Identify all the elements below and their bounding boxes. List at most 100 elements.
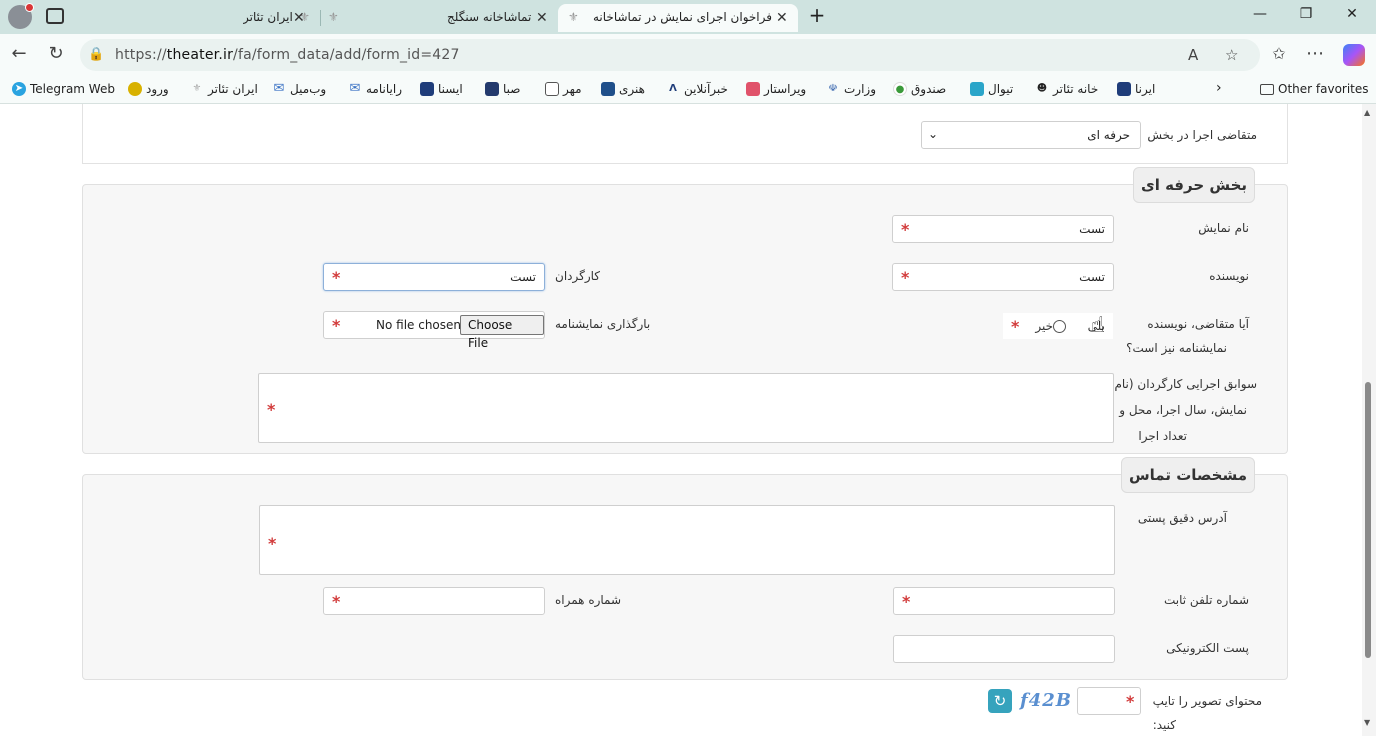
url-text: https://theater.ir/fa/form_data/add/form…	[115, 47, 460, 63]
bookmark-iran-theater[interactable]: ⚜ ایران تئاتر	[190, 82, 258, 96]
required-marker: *	[1126, 692, 1135, 711]
bookmarks-bar: ➤ Telegram Web ورود ⚜ ایران تئاتر ✉ وب‌میل …	[0, 76, 1376, 104]
tab-actions-icon[interactable]	[46, 8, 64, 24]
folder-icon	[1260, 83, 1274, 95]
choose-file-button[interactable]: Choose File	[460, 315, 544, 350]
sandogh-icon: ●	[893, 82, 907, 96]
upload-script-input[interactable]: Choose File No file chosen *	[323, 311, 545, 350]
back-button[interactable]: ←	[8, 44, 30, 64]
show-name-value: تست	[1079, 222, 1105, 236]
address-label: آدرس دقیق پستی	[1137, 511, 1227, 525]
login-icon	[128, 82, 142, 96]
bookmark-khabaronline[interactable]: Λ خبرآنلاین	[666, 82, 728, 96]
scrollbar-thumb[interactable]	[1365, 382, 1371, 658]
refresh-captcha-icon[interactable]: ↻	[988, 689, 1012, 713]
saba-icon	[485, 82, 499, 96]
new-tab-button[interactable]: +	[807, 3, 827, 27]
profile-avatar[interactable]	[8, 3, 34, 29]
director-history-textarea[interactable]: *	[258, 373, 1114, 443]
url-field[interactable]: 🔒 https://theater.ir/fa/form_data/add/fo…	[80, 39, 1260, 71]
bookmark-saba[interactable]: صبا	[485, 82, 520, 96]
bookmark-vezarat[interactable]: ☫ وزارت	[826, 82, 877, 96]
tab-sanglaj[interactable]: ⚜ تماشاخانه سنگلج ✕	[322, 4, 556, 32]
close-tab-icon[interactable]: ✕	[776, 10, 788, 26]
scroll-down-icon[interactable]: ▼	[1364, 718, 1370, 727]
professional-panel: بخش حرفه ای نام نمایش تست * نویسنده تست …	[82, 167, 1288, 454]
mail-icon: ✉	[273, 81, 285, 96]
profile-badge	[25, 3, 34, 12]
bookmarks-overflow-chevron-icon[interactable]: ›	[1216, 80, 1222, 96]
is-writer-question-line1: آیا متقاضی، نویسنده	[1147, 317, 1249, 331]
contact-panel: مشخصات تماس آدرس دقیق پستی * شماره تلفن …	[82, 457, 1288, 680]
emblem-icon: ☫	[828, 83, 838, 94]
tab-label: فراخوان اجرای نمایش در تماشاخانه	[592, 10, 772, 24]
tab-separator	[320, 10, 321, 26]
section-select-row: متقاضی اجرا در بخش حرفه ای ⌄	[82, 104, 1288, 164]
writer-input[interactable]: تست *	[892, 263, 1114, 291]
read-aloud-icon[interactable]: A	[1188, 46, 1198, 64]
close-tab-icon[interactable]: ✕	[293, 10, 305, 26]
bookmark-login[interactable]: ورود	[128, 82, 169, 96]
tab-bar: ⚜ ایران تئاتر ✕ ⚜ تماشاخانه سنگلج ✕ ⚜ فر…	[0, 0, 1376, 34]
mobile-input[interactable]: *	[323, 587, 545, 615]
director-label: کارگردان	[555, 269, 600, 283]
no-file-text: No file chosen	[376, 318, 462, 332]
required-marker: *	[332, 268, 341, 287]
required-marker: *	[332, 316, 341, 335]
close-tab-icon[interactable]: ✕	[536, 10, 548, 26]
page-scrollbar[interactable]: ▲ ▼	[1362, 104, 1376, 736]
director-history-label-line1: سوابق اجرایی کارگردان (نام	[1114, 377, 1257, 391]
bookmark-mehr[interactable]: مهر	[545, 82, 582, 96]
bookmark-irna[interactable]: ایرنا	[1117, 82, 1155, 96]
favorite-star-icon[interactable]: ☆	[1225, 46, 1238, 64]
professional-legend: بخش حرفه ای	[1133, 167, 1255, 203]
bookmark-rayanameh[interactable]: ✉ رایانامه	[348, 82, 402, 97]
address-textarea[interactable]: *	[259, 505, 1115, 575]
other-favorites[interactable]: Other favorites	[1260, 82, 1369, 96]
scroll-up-icon[interactable]: ▲	[1364, 108, 1370, 117]
bookmark-virastar[interactable]: ویراستار	[746, 82, 806, 96]
email-input[interactable]	[893, 635, 1115, 663]
more-options-icon[interactable]: ⋯	[1304, 44, 1326, 64]
tab-iran-theater[interactable]: ⚜ ایران تئاتر ✕	[78, 4, 318, 32]
writer-value: تست	[1079, 270, 1105, 284]
honari-icon	[601, 82, 615, 96]
copilot-icon[interactable]	[1343, 44, 1365, 66]
close-window-button[interactable]: ✕	[1342, 6, 1362, 22]
maximize-button[interactable]: ❐	[1296, 6, 1316, 22]
khabaronline-icon: Λ	[669, 83, 677, 94]
virastar-icon	[746, 82, 760, 96]
bookmark-tiwall[interactable]: تیوال	[970, 82, 1013, 96]
upload-script-label: بارگذاری نمایشنامه	[555, 317, 651, 331]
bookmark-isna[interactable]: ایسنا	[420, 82, 463, 96]
favorites-icon[interactable]: ✩	[1268, 44, 1290, 64]
lock-icon[interactable]: 🔒	[88, 47, 104, 62]
director-input[interactable]: تست *	[323, 263, 545, 291]
bookmark-telegram[interactable]: ➤ Telegram Web	[12, 82, 115, 96]
writer-label: نویسنده	[1209, 269, 1249, 283]
radio-no[interactable]	[1053, 320, 1066, 333]
masks-icon: ☻	[1036, 83, 1048, 94]
phone-input[interactable]: *	[893, 587, 1115, 615]
required-marker: *	[1011, 317, 1020, 336]
required-marker: *	[267, 400, 276, 419]
bookmark-khane-theater[interactable]: ☻ خانه تئاتر	[1035, 82, 1098, 96]
address-bar-row: ← ↻ 🔒 https://theater.ir/fa/form_data/ad…	[0, 34, 1376, 76]
required-marker: *	[332, 592, 341, 611]
page-icon	[545, 82, 559, 96]
telegram-icon: ➤	[12, 82, 26, 96]
show-name-input[interactable]: تست *	[892, 215, 1114, 243]
minimize-button[interactable]: —	[1250, 6, 1270, 22]
captcha-image: f42B	[1020, 690, 1073, 711]
bookmark-honari[interactable]: هنری	[601, 82, 645, 96]
radio-no-label[interactable]: خیر	[1029, 313, 1053, 339]
tab-call-for-performance[interactable]: ⚜ فراخوان اجرای نمایش در تماشاخانه ✕	[558, 4, 798, 32]
captcha-input[interactable]: *	[1077, 687, 1141, 715]
section-select-value: حرفه ای	[1087, 128, 1130, 142]
required-marker: *	[902, 592, 911, 611]
isna-icon	[420, 82, 434, 96]
refresh-button[interactable]: ↻	[45, 44, 67, 64]
bookmark-webmail[interactable]: ✉ وب‌میل	[272, 81, 327, 97]
bookmark-sandogh[interactable]: ● صندوق	[893, 82, 946, 96]
section-select[interactable]: حرفه ای ⌄	[921, 121, 1141, 149]
